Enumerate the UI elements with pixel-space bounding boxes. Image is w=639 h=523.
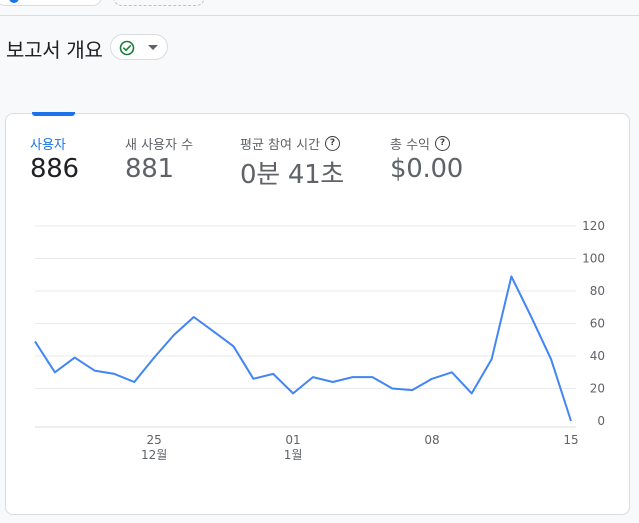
x-tick-month-label: 1월 xyxy=(284,448,303,462)
data-point xyxy=(192,315,196,319)
y-tick-label: 100 xyxy=(582,252,605,266)
x-tick-label: 25 xyxy=(146,433,161,447)
check-circle-icon xyxy=(119,40,135,56)
data-point xyxy=(529,315,533,319)
data-point xyxy=(132,380,136,384)
data-point xyxy=(152,356,156,360)
data-point xyxy=(390,387,394,391)
data-point xyxy=(291,391,295,395)
data-point xyxy=(53,370,57,374)
top-toolbar xyxy=(0,0,639,16)
data-point xyxy=(331,380,335,384)
add-comparison-chip[interactable] xyxy=(113,0,205,6)
y-tick-label: 60 xyxy=(590,317,605,331)
data-point xyxy=(311,375,315,379)
y-tick-label: 120 xyxy=(582,219,605,233)
data-point xyxy=(33,339,37,343)
data-point xyxy=(509,274,513,278)
page-title: 보고서 개요 xyxy=(6,38,103,62)
data-point xyxy=(271,372,275,376)
y-tick-label: 20 xyxy=(590,382,605,396)
data-point xyxy=(490,357,494,361)
data-point xyxy=(212,330,216,334)
series-line-users xyxy=(34,275,572,422)
x-tick-label: 01 xyxy=(285,433,300,447)
data-point xyxy=(370,375,374,379)
y-tick-label: 0 xyxy=(597,414,605,428)
users-line-chart: 0 20 40 60 80 100 120 2512월 011월 08 15 xyxy=(33,219,605,462)
x-tick-month-label: 12월 xyxy=(141,448,167,462)
data-point xyxy=(549,357,553,361)
y-tick-label: 80 xyxy=(590,284,605,298)
y-tick-label: 40 xyxy=(590,349,605,363)
data-point xyxy=(430,377,434,381)
data-point xyxy=(172,333,176,337)
x-tick-label: 15 xyxy=(563,433,578,447)
data-point xyxy=(112,372,116,376)
data-point xyxy=(450,370,454,374)
segment-dot-icon xyxy=(9,0,19,3)
data-point xyxy=(251,377,255,381)
x-tick-label: 08 xyxy=(424,433,439,447)
data-point xyxy=(93,369,97,373)
data-point xyxy=(351,375,355,379)
chevron-down-icon xyxy=(148,45,158,50)
overview-card: 사용자 886 새 사용자 수 881 평균 참여 시간? 0분 41초 총 수… xyxy=(5,112,630,515)
data-point xyxy=(73,356,77,360)
data-point xyxy=(569,419,573,423)
data-point xyxy=(470,391,474,395)
comparison-chip[interactable] xyxy=(0,0,102,6)
data-point xyxy=(232,344,236,348)
data-point xyxy=(410,388,414,392)
report-status-dropdown[interactable] xyxy=(110,34,168,60)
